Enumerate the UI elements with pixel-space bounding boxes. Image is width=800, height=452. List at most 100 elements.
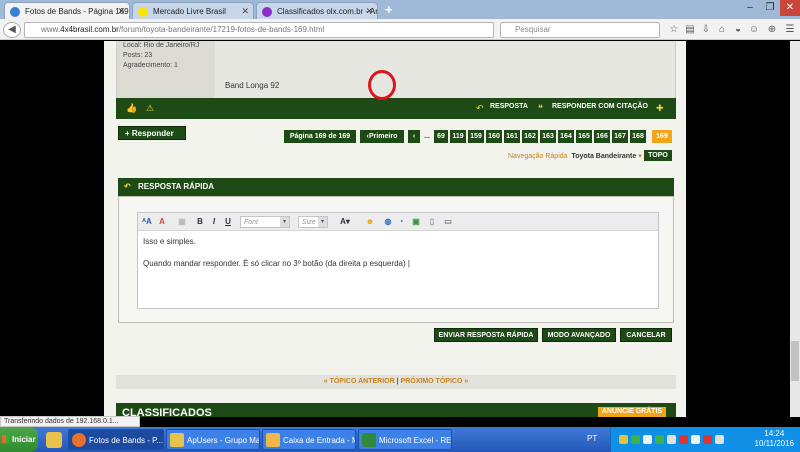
- status-bar: Transferindo dados de 192.168.0.1...: [0, 416, 140, 427]
- page-summary-dropdown[interactable]: Página 169 de 169: [284, 130, 356, 143]
- bold-icon[interactable]: B: [194, 216, 206, 228]
- close-tab-icon[interactable]: ✕: [241, 3, 249, 19]
- close-tab-icon[interactable]: ✕: [117, 3, 125, 19]
- maximize-icon[interactable]: ❐: [760, 0, 780, 16]
- page-link-160[interactable]: 160: [486, 130, 502, 143]
- page-link-162[interactable]: 162: [522, 130, 538, 143]
- prev-page-link[interactable]: ‹: [408, 130, 420, 143]
- reply-arrow-icon: ↶: [124, 182, 131, 191]
- shield-icon[interactable]: [619, 435, 628, 444]
- insert-video-icon[interactable]: ▯: [426, 216, 438, 228]
- tab-mercado-livre[interactable]: Mercado Livre Brasil ✕: [132, 2, 254, 19]
- mercadolivre-favicon-icon: [138, 7, 148, 17]
- post-action-bar: 👍 ⚠ ↶ RESPOSTA ❝ RESPONDER COM CITAÇÃO ✚: [116, 98, 676, 119]
- browser-navbar: ◀ www.4x4brasil.com.br/forum/toyota-band…: [0, 19, 800, 40]
- page-link-159[interactable]: 159: [468, 130, 484, 143]
- report-icon[interactable]: ⚠: [146, 103, 154, 114]
- remove-link-icon[interactable]: ◔: [395, 216, 407, 228]
- paste-icon[interactable]: ▦: [176, 216, 188, 228]
- quote-bubble-icon[interactable]: ▭: [442, 216, 454, 228]
- size-select[interactable]: Size ▾: [298, 216, 328, 228]
- search-input[interactable]: Pesquisar: [500, 22, 660, 38]
- next-thread-link[interactable]: PRÓXIMO TÓPICO »: [401, 378, 469, 385]
- download-icon[interactable]: ⇩: [700, 24, 712, 36]
- usb-icon[interactable]: [667, 435, 676, 444]
- smiley-icon[interactable]: ☻: [364, 216, 376, 228]
- scrollbar-thumb[interactable]: [791, 341, 799, 381]
- reply-with-quote-button[interactable]: RESPONDER COM CITAÇÃO: [552, 103, 648, 110]
- page-link-165[interactable]: 165: [576, 130, 592, 143]
- excel-icon: [362, 433, 376, 447]
- network-icon[interactable]: [643, 435, 652, 444]
- page-link-166[interactable]: 166: [594, 130, 610, 143]
- update-icon[interactable]: [631, 435, 640, 444]
- close-window-icon[interactable]: ✕: [780, 0, 800, 16]
- font-select[interactable]: Font ▾: [240, 216, 290, 228]
- reply-text[interactable]: Isso e simples. Quando mandar responder.…: [143, 236, 410, 269]
- pocket-icon[interactable]: ◒: [732, 24, 744, 36]
- underline-icon[interactable]: U: [222, 216, 234, 228]
- reply-editor[interactable]: ᴬA A ▦ B I U Font ▾ Size ▾ A▾ ☻ ◍ ◔ ▣ ▯ ▭ …: [137, 212, 659, 309]
- new-tab-button[interactable]: +: [385, 2, 393, 17]
- tab-fotos-de-bands[interactable]: Fotos de Bands - Página 169 ✕: [4, 2, 130, 19]
- windows-logo-icon: [2, 435, 10, 443]
- star-icon[interactable]: ☆: [668, 24, 680, 36]
- quick-navigation[interactable]: Navegação Rápida Toyota Bandeirante ▾: [508, 152, 642, 160]
- clock[interactable]: 14:24 10/11/2016: [755, 429, 794, 449]
- taskbar-item-excel[interactable]: Microsoft Excel - REV...: [358, 429, 452, 450]
- reading-list-icon[interactable]: ▤: [684, 24, 696, 36]
- send-quick-reply-button[interactable]: ENVIAR RESPOSTA RÁPIDA: [434, 328, 538, 342]
- alert-icon[interactable]: [679, 435, 688, 444]
- firefox-favicon-icon: [10, 7, 20, 17]
- remove-format-icon[interactable]: ᴬA: [141, 216, 153, 228]
- quote-icon: ❝: [538, 103, 543, 113]
- page-link-168[interactable]: 168: [630, 130, 646, 143]
- extension-icon[interactable]: ⊕: [766, 24, 778, 36]
- insert-link-icon[interactable]: ◍: [382, 216, 394, 228]
- cancel-button[interactable]: CANCELAR: [620, 328, 672, 342]
- page-link-164[interactable]: 164: [558, 130, 574, 143]
- display-icon[interactable]: [715, 435, 724, 444]
- italic-icon[interactable]: I: [208, 216, 220, 228]
- taskbar-item-firefox[interactable]: Fotos de Bands - P...: [68, 429, 164, 450]
- menu-icon[interactable]: ☰: [784, 24, 796, 36]
- url-bar[interactable]: www.4x4brasil.com.br/forum/toyota-bandei…: [24, 22, 494, 38]
- taskbar-item-apusers[interactable]: ApUsers - Grupo Mag...: [166, 429, 260, 450]
- page-link-69[interactable]: 69: [434, 130, 448, 143]
- quick-reply-header: ↶ RESPOSTA RÁPIDA: [118, 178, 674, 196]
- reply-thread-button[interactable]: + Responder: [118, 126, 186, 140]
- multiquote-icon[interactable]: ✚: [656, 103, 664, 114]
- back-icon[interactable]: ◀: [3, 22, 21, 38]
- tab-olx[interactable]: Classificados olx.com.br - An... ✕: [256, 2, 378, 19]
- antivirus-icon[interactable]: [655, 435, 664, 444]
- thanks-icon[interactable]: 👍: [126, 103, 137, 114]
- explorer-icon[interactable]: [46, 432, 62, 448]
- page-link-161[interactable]: 161: [504, 130, 520, 143]
- forum-post: Local: Rio de Janeiro/RJ Posts: 23 Agrad…: [116, 41, 676, 101]
- home-icon[interactable]: ⌂: [716, 24, 728, 36]
- page-link-167[interactable]: 167: [612, 130, 628, 143]
- minimize-icon[interactable]: –: [740, 0, 760, 16]
- chat-icon[interactable]: ☺: [748, 24, 760, 36]
- security-icon[interactable]: [703, 435, 712, 444]
- reply-button[interactable]: RESPOSTA: [490, 103, 528, 110]
- page-scrollbar[interactable]: [790, 41, 800, 417]
- text-color-icon[interactable]: A▾: [336, 216, 354, 228]
- advanced-mode-button[interactable]: MODO AVANÇADO: [542, 328, 616, 342]
- thread-navigation: « TÓPICO ANTERIOR | PRÓXIMO TÓPICO »: [116, 375, 676, 389]
- volume-icon[interactable]: [691, 435, 700, 444]
- close-tab-icon[interactable]: ✕: [365, 3, 373, 19]
- start-button[interactable]: Iniciar: [0, 427, 38, 452]
- switch-mode-icon[interactable]: A: [156, 216, 168, 228]
- page-link-119[interactable]: 119: [450, 130, 466, 143]
- page-link-163[interactable]: 163: [540, 130, 556, 143]
- taskbar-item-mail[interactable]: Caixa de Entrada - Mi...: [262, 429, 356, 450]
- chevron-down-icon: ▾: [280, 217, 289, 227]
- top-button[interactable]: TOPO: [644, 150, 672, 161]
- advertise-button[interactable]: ANUNCIE GRÁTIS: [598, 407, 666, 417]
- first-page-link[interactable]: ‹Primeiro: [360, 130, 404, 143]
- previous-thread-link[interactable]: « TÓPICO ANTERIOR: [324, 378, 395, 385]
- insert-image-icon[interactable]: ▣: [410, 216, 422, 228]
- page-current: 169: [652, 130, 672, 143]
- language-indicator[interactable]: PT: [587, 434, 597, 443]
